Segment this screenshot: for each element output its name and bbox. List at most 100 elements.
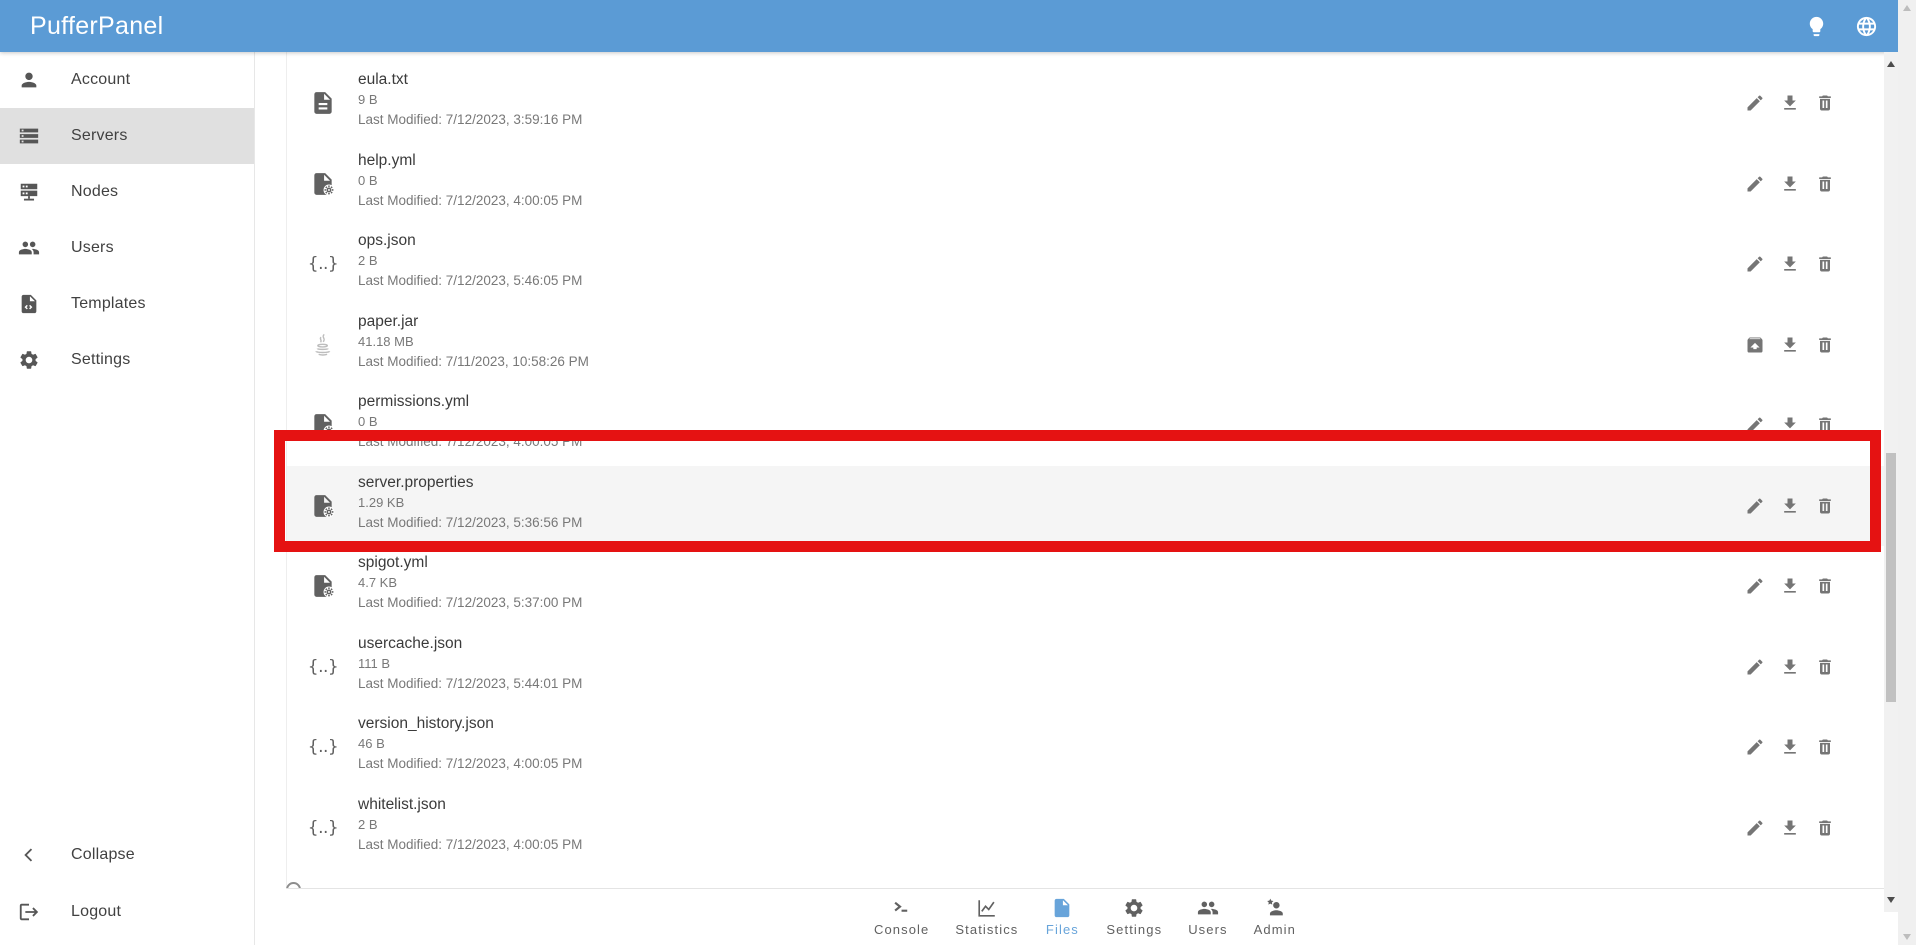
scroll-up-arrow[interactable]	[1887, 61, 1895, 67]
nav-item-label: Console	[874, 922, 929, 937]
file-row-whitelist.json[interactable]: {..} whitelist.json 2 B Last Modified: 7…	[287, 788, 1884, 869]
file-row-ops.json[interactable]: {..} ops.json 2 B Last Modified: 7/12/20…	[287, 224, 1884, 305]
download-file-button[interactable]	[1780, 92, 1800, 114]
file-row-version_history.json[interactable]: {..} version_history.json 46 B Last Modi…	[287, 707, 1884, 788]
file-type-icon-wrap	[308, 169, 338, 199]
delete-file-button[interactable]	[1815, 817, 1835, 839]
delete-file-button[interactable]	[1815, 575, 1835, 597]
file-actions	[1745, 575, 1835, 597]
nav-item-label: Users	[1188, 922, 1227, 937]
delete-icon	[1815, 254, 1835, 274]
file-name: help.yml	[358, 150, 1835, 171]
list-scrollbar-thumb[interactable]	[1886, 453, 1896, 702]
logout-button[interactable]: Logout	[0, 884, 254, 940]
list-scrollbar[interactable]	[1884, 52, 1898, 912]
sidebar-item-label: Nodes	[71, 183, 118, 201]
file-row-help.yml[interactable]: help.yml 0 B Last Modified: 7/12/2023, 4…	[287, 144, 1884, 225]
collapse-label: Collapse	[71, 846, 135, 864]
sidebar-item-templates[interactable]: Templates	[0, 276, 254, 332]
edit-file-button[interactable]	[1745, 173, 1765, 195]
edit-file-button[interactable]	[1745, 92, 1765, 114]
page-scroll-down-arrow[interactable]	[1903, 934, 1911, 940]
file-row-spigot.yml[interactable]: spigot.yml 4.7 KB Last Modified: 7/12/20…	[287, 546, 1884, 627]
download-icon	[1780, 93, 1800, 113]
page-scrollbar[interactable]	[1898, 0, 1916, 945]
edit-file-button[interactable]	[1745, 656, 1765, 678]
bottom-nav-settings[interactable]: Settings	[1093, 889, 1175, 945]
download-file-button[interactable]	[1780, 334, 1800, 356]
sidebar-item-servers[interactable]: Servers	[0, 108, 254, 164]
lightbulb-icon	[1805, 15, 1828, 38]
download-file-button[interactable]	[1780, 656, 1800, 678]
download-file-button[interactable]	[1780, 173, 1800, 195]
download-file-button[interactable]	[1780, 253, 1800, 275]
file-row-permissions.yml[interactable]: permissions.yml 0 B Last Modified: 7/12/…	[287, 385, 1884, 466]
edit-file-button[interactable]	[1745, 736, 1765, 758]
sidebar-item-settings[interactable]: Settings	[0, 332, 254, 388]
scroll-down-arrow[interactable]	[1887, 897, 1895, 903]
file-size: 9 B	[358, 91, 1835, 108]
file-row-server.properties[interactable]: server.properties 1.29 KB Last Modified:…	[287, 466, 1884, 547]
edit-icon	[1745, 496, 1765, 516]
edit-file-button[interactable]	[1745, 575, 1765, 597]
download-file-button[interactable]	[1780, 736, 1800, 758]
download-file-button[interactable]	[1780, 414, 1800, 436]
edit-file-button[interactable]	[1745, 495, 1765, 517]
edit-file-button[interactable]	[1745, 817, 1765, 839]
edit-file-button[interactable]	[1745, 414, 1765, 436]
collapse-button[interactable]: Collapse	[0, 827, 254, 883]
gear-icon	[18, 349, 40, 371]
theme-toggle-button[interactable]	[1800, 9, 1832, 43]
delete-file-button[interactable]	[1815, 414, 1835, 436]
edit-icon	[1745, 576, 1765, 596]
sidebar-item-nodes[interactable]: Nodes	[0, 164, 254, 220]
delete-file-button[interactable]	[1815, 495, 1835, 517]
edit-icon	[1745, 737, 1765, 757]
file-size: 111 B	[358, 655, 1835, 672]
file-cog-icon	[310, 171, 336, 197]
delete-icon	[1815, 174, 1835, 194]
file-actions	[1745, 656, 1835, 678]
download-file-button[interactable]	[1780, 817, 1800, 839]
download-file-button[interactable]	[1780, 575, 1800, 597]
file-name: eula.txt	[358, 69, 1835, 90]
sidebar-item-label: Account	[71, 71, 130, 89]
file-row-eula.txt[interactable]: eula.txt 9 B Last Modified: 7/12/2023, 3…	[287, 63, 1884, 144]
nav-item-label: Statistics	[955, 922, 1018, 937]
file-modified: Last Modified: 7/12/2023, 4:00:05 PM	[358, 191, 1835, 210]
delete-icon	[1815, 496, 1835, 516]
page-scroll-up-arrow[interactable]	[1903, 5, 1911, 11]
download-icon	[1780, 496, 1800, 516]
file-row-usercache.json[interactable]: {..} usercache.json 111 B Last Modified:…	[287, 627, 1884, 708]
app-header: PufferPanel	[0, 0, 1898, 52]
sidebar-item-users[interactable]: Users	[0, 220, 254, 276]
download-file-button[interactable]	[1780, 495, 1800, 517]
sidebar-item-label: Templates	[71, 295, 146, 313]
file-actions	[1745, 414, 1835, 436]
bottom-nav-statistics[interactable]: Statistics	[942, 889, 1031, 945]
bottom-nav-files[interactable]: Files	[1031, 889, 1093, 945]
file-name: server.properties	[358, 472, 1835, 493]
bottom-nav-console[interactable]: Console	[861, 889, 942, 945]
unarchive-icon	[1745, 335, 1765, 355]
delete-file-button[interactable]	[1815, 736, 1835, 758]
delete-file-button[interactable]	[1815, 334, 1835, 356]
nav-item-label: Settings	[1106, 922, 1162, 937]
sidebar-item-account[interactable]: Account	[0, 52, 254, 108]
delete-file-button[interactable]	[1815, 92, 1835, 114]
delete-icon	[1815, 818, 1835, 838]
delete-file-button[interactable]	[1815, 656, 1835, 678]
person-icon	[18, 69, 40, 91]
app-title: PufferPanel	[30, 12, 164, 41]
language-button[interactable]	[1850, 9, 1882, 43]
bottom-nav-users[interactable]: Users	[1175, 889, 1240, 945]
delete-icon	[1815, 657, 1835, 677]
delete-file-button[interactable]	[1815, 253, 1835, 275]
edit-file-button[interactable]	[1745, 253, 1765, 275]
file-row-paper.jar[interactable]: paper.jar 41.18 MB Last Modified: 7/11/2…	[287, 305, 1884, 386]
sidebar: Account Servers Nodes Users Templates Se…	[0, 52, 255, 945]
delete-file-button[interactable]	[1815, 173, 1835, 195]
unarchive-file-button[interactable]	[1745, 334, 1765, 356]
bottom-nav-admin[interactable]: Admin	[1241, 889, 1309, 945]
file-size: 0 B	[358, 172, 1835, 189]
